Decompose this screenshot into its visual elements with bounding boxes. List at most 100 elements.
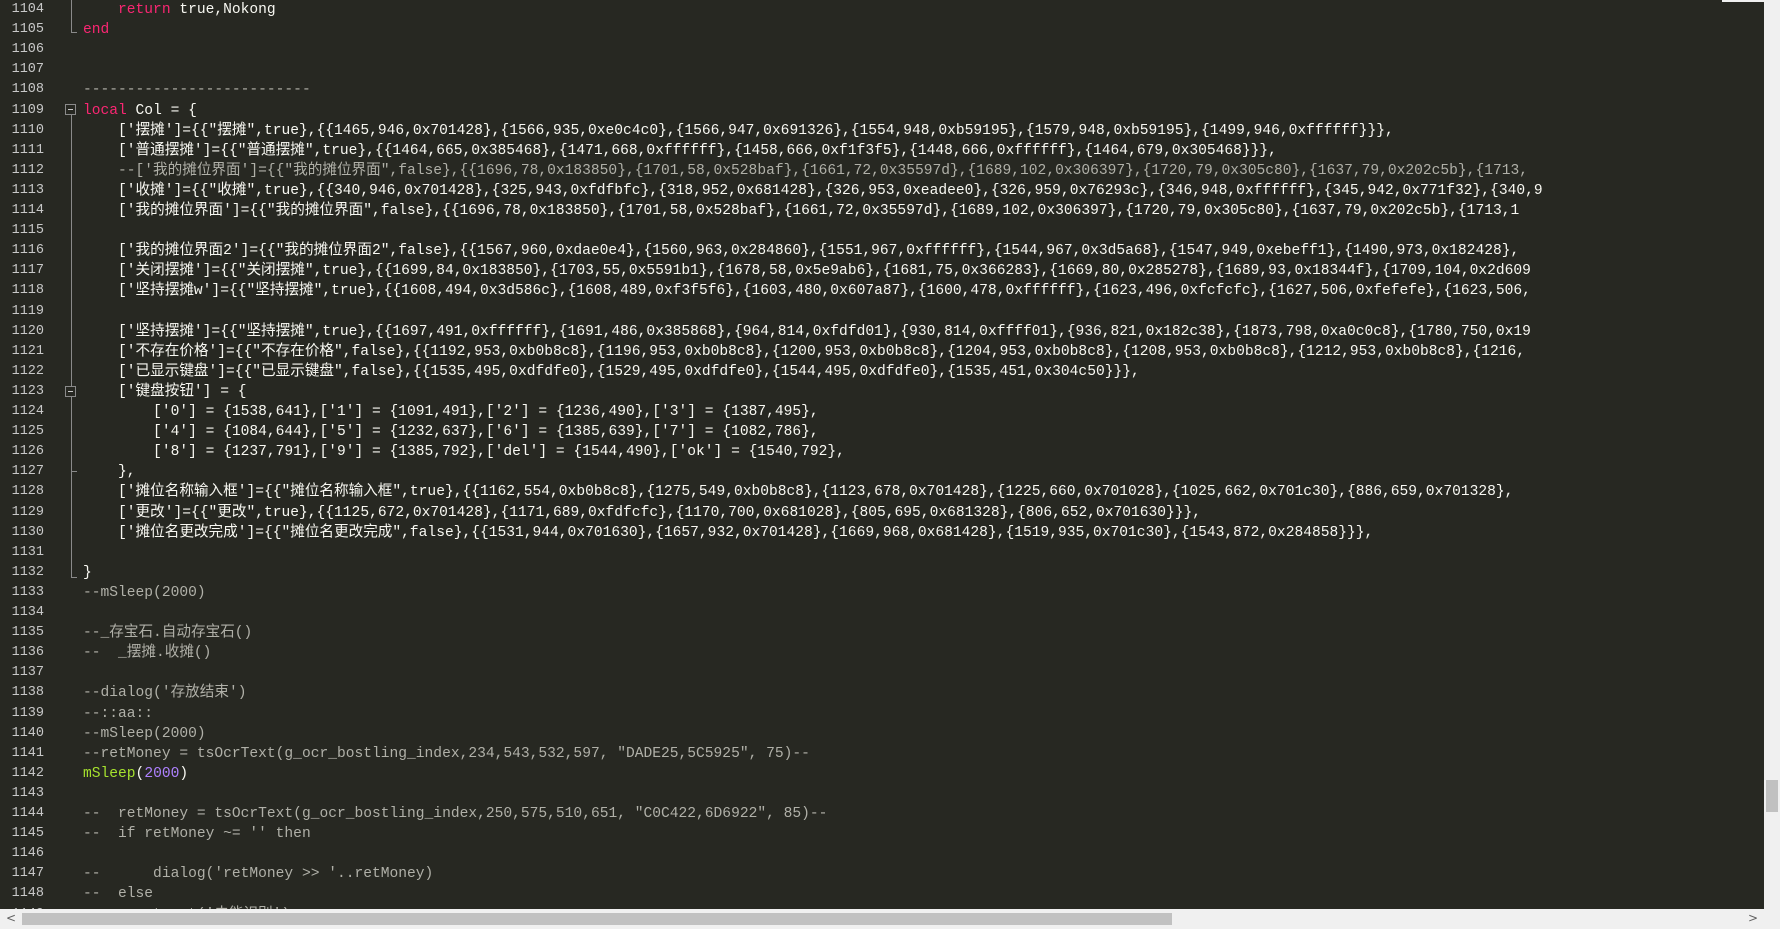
code-text: ['坚持摆摊w']={{"坚持摆摊",true},{{1608,494,0x3d…	[83, 281, 1531, 301]
scroll-left-arrow-icon[interactable]: <	[6, 911, 16, 925]
line-number: 1117	[11, 263, 44, 278]
line-number: 1119	[11, 304, 44, 319]
code-text: ['我的摊位界面']={{"我的摊位界面",false},{{1696,78,0…	[83, 201, 1519, 221]
code-text: ['4'] = {1084,644},['5'] = {1232,637},['…	[83, 422, 819, 442]
code-line: 1131	[0, 543, 1764, 563]
code-line: 1107	[0, 60, 1764, 80]
code-token: -- _摆摊.收摊()	[83, 645, 212, 661]
line-number: 1144	[11, 806, 44, 821]
code-text: ['收摊']={{"收摊",true},{{340,946,0x701428},…	[83, 181, 1543, 201]
code-line: 1147 -- dialog('retMoney >> '..retMoney)	[0, 864, 1764, 884]
code-text: ['8'] = {1237,791},['9'] = {1385,792},['…	[83, 442, 845, 462]
code-token: ['收摊']={{"收摊",true},{{340,946,0x701428},…	[83, 183, 1543, 199]
code-token: ['更改']={{"更改",true},{{1125,672,0x701428}…	[83, 505, 1202, 521]
line-number: 1108	[11, 82, 44, 97]
code-token: ['关闭摆摊']={{"关闭摆摊",true},{{1699,84,0x1838…	[83, 263, 1531, 279]
line-number: 1127	[11, 464, 44, 479]
code-token: local	[83, 103, 127, 119]
code-line: 1118 ['坚持摆摊w']={{"坚持摆摊",true},{{1608,494…	[0, 281, 1764, 301]
code-line: 1140 --mSleep(2000)	[0, 724, 1764, 744]
line-number: 1105	[11, 22, 44, 37]
line-number: 1115	[11, 223, 44, 238]
code-line: 1142 mSleep(2000)	[0, 764, 1764, 784]
fold-end-marker	[71, 32, 77, 33]
code-text: ['关闭摆摊']={{"关闭摆摊",true},{{1699,84,0x1838…	[83, 261, 1531, 281]
code-line: 1132}	[0, 563, 1764, 583]
code-token: ['普通摆摊']={{"普通摆摊",true},{{1464,665,0x385…	[83, 143, 1277, 159]
code-line: 1143	[0, 784, 1764, 804]
code-text: -- _摆摊.收摊()	[83, 643, 211, 663]
fold-toggle-icon[interactable]	[65, 104, 76, 115]
code-token: ['坚持摆摊w']={{"坚持摆摊",true},{{1608,494,0x3d…	[83, 283, 1531, 299]
line-number: 1138	[11, 685, 44, 700]
code-line: 1106	[0, 40, 1764, 60]
fold-guide	[71, 0, 72, 32]
line-number: 1129	[11, 505, 44, 520]
line-number: 1145	[11, 826, 44, 841]
code-line: 1138 --dialog('存放结束')	[0, 683, 1764, 703]
code-token: mSleep	[83, 766, 136, 782]
code-text: --mSleep(2000)	[83, 583, 206, 603]
code-text: --['我的摊位界面']={{"我的摊位界面",false},{{1696,78…	[83, 161, 1528, 181]
code-token: ['摊位名称输入框']={{"摊位名称输入框",true},{{1162,554…	[83, 484, 1514, 500]
code-line: 1114 ['我的摊位界面']={{"我的摊位界面",false},{{1696…	[0, 201, 1764, 221]
code-token: --mSleep(2000)	[83, 726, 206, 742]
code-line: 1124 ['0'] = {1538,641},['1'] = {1091,49…	[0, 402, 1764, 422]
code-line: 1134	[0, 603, 1764, 623]
code-line: 1109 local Col = {	[0, 101, 1764, 121]
line-number: 1136	[11, 645, 44, 660]
line-number: 1133	[11, 585, 44, 600]
code-token: --retMoney = tsOcrText(g_ocr_bostling_in…	[83, 746, 810, 762]
code-line: 1137	[0, 663, 1764, 683]
line-number: 1124	[11, 404, 44, 419]
line-number: 1125	[11, 424, 44, 439]
code-line: 1133 --mSleep(2000)	[0, 583, 1764, 603]
code-line: 1136 -- _摆摊.收摊()	[0, 643, 1764, 663]
line-number: 1122	[11, 364, 44, 379]
code-line: 1141 --retMoney = tsOcrText(g_ocr_bostlin…	[0, 744, 1764, 764]
line-number: 1148	[11, 886, 44, 901]
code-token: }	[83, 565, 92, 581]
vertical-scrollbar[interactable]	[1764, 0, 1780, 909]
code-text: ['已显示键盘']={{"已显示键盘",false},{{1535,495,0x…	[83, 362, 1140, 382]
line-number: 1111	[11, 143, 44, 158]
code-text: --_存宝石.自动存宝石()	[83, 623, 252, 643]
code-token: ['摆摊']={{"摆摊",true},{{1465,946,0x701428}…	[83, 123, 1394, 139]
code-token: )	[179, 766, 189, 782]
code-line: 1113 ['收摊']={{"收摊",true},{{340,946,0x701…	[0, 181, 1764, 201]
code-line: 1116 ['我的摊位界面2']={{"我的摊位界面2",false},{{15…	[0, 241, 1764, 261]
code-text: local Col = {	[83, 101, 197, 121]
code-token: Col = {	[126, 103, 197, 119]
code-line: 1125 ['4'] = {1084,644},['5'] = {1232,63…	[0, 422, 1764, 442]
code-text: -- retMoney = tsOcrText(g_ocr_bostling_i…	[83, 804, 827, 824]
code-line: 1123 ['键盘按钮'] = {	[0, 382, 1764, 402]
code-token: --_存宝石.自动存宝石()	[83, 625, 253, 641]
code-token: (	[135, 766, 145, 782]
line-number: 1135	[11, 625, 44, 640]
code-token: --::aa::	[83, 706, 154, 722]
code-line: 1115	[0, 221, 1764, 241]
code-token: ['摊位名更改完成']={{"摊位名更改完成",false},{{1531,94…	[83, 525, 1374, 541]
fold-toggle-icon[interactable]	[65, 386, 76, 397]
code-text: ['摆摊']={{"摆摊",true},{{1465,946,0x701428}…	[83, 121, 1394, 141]
code-editor[interactable]: 1104 return true,Nokong 1105 end 1106 1107 11…	[0, 0, 1764, 909]
line-number: 1130	[11, 525, 44, 540]
code-token: --------------------------	[83, 82, 311, 98]
scroll-right-arrow-icon[interactable]: >	[1748, 911, 1758, 925]
horizontal-scroll-thumb[interactable]	[22, 913, 1172, 925]
code-token: end	[83, 22, 110, 38]
line-number: 1128	[11, 484, 44, 499]
code-text: ['键盘按钮'] = {	[83, 382, 246, 402]
line-number: 1140	[11, 726, 44, 741]
code-token: ['不存在价格']={{"不存在价格",false},{{1192,953,0x…	[83, 344, 1526, 360]
code-text: return true,Nokong	[83, 0, 276, 20]
code-token: ['0'] = {1538,641},['1'] = {1091,491},['…	[83, 404, 819, 420]
code-line: 1144 -- retMoney = tsOcrText(g_ocr_bostli…	[0, 804, 1764, 824]
fold-end-marker	[71, 577, 77, 578]
code-token: -- retMoney = tsOcrText(g_ocr_bostling_i…	[83, 806, 828, 822]
vertical-scroll-thumb[interactable]	[1766, 780, 1778, 812]
code-line: 1120 ['坚持摆摊']={{"坚持摆摊",true},{{1697,491,…	[0, 322, 1764, 342]
code-line: 1127 },	[0, 462, 1764, 482]
code-text: ['我的摊位界面2']={{"我的摊位界面2",false},{{1567,96…	[83, 241, 1519, 261]
horizontal-scrollbar[interactable]: < >	[0, 909, 1764, 929]
